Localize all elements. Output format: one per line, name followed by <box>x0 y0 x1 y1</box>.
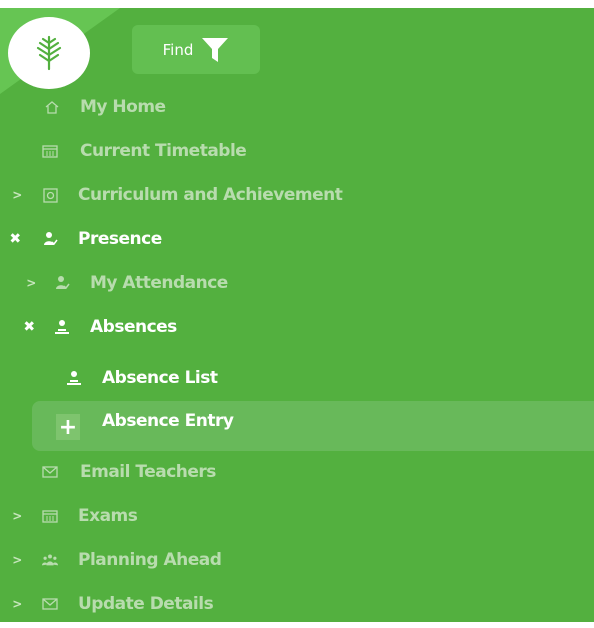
app-logo[interactable] <box>8 17 90 89</box>
home-icon <box>44 99 60 115</box>
sidebar-item-my-attendance[interactable]: > My Attendance <box>0 269 594 297</box>
envelope-icon <box>42 596 58 612</box>
chevron-right-icon[interactable]: > <box>10 597 24 611</box>
sidebar-item-email-teachers[interactable]: Email Teachers <box>0 458 594 486</box>
sidebar-item-label: Update Details <box>78 594 214 614</box>
collapse-x-icon[interactable]: ✖ <box>8 231 22 247</box>
chevron-right-icon[interactable]: > <box>10 188 24 202</box>
sidebar-item-label: Absences <box>90 317 177 337</box>
chevron-right-icon[interactable]: > <box>10 553 24 567</box>
person-check-icon <box>42 231 58 247</box>
sidebar-item-label: Absence Entry <box>102 411 234 431</box>
sidebar-item-presence[interactable]: ✖ Presence <box>0 225 594 253</box>
person-stamp-icon <box>54 319 70 335</box>
chevron-right-icon[interactable]: > <box>10 509 24 523</box>
calendar-icon <box>42 143 58 159</box>
sidebar-item-current-timetable[interactable]: Current Timetable <box>0 137 594 165</box>
person-stamp-icon <box>66 370 82 386</box>
sidebar-item-label: Email Teachers <box>80 462 216 482</box>
envelope-icon <box>42 464 58 480</box>
collapse-x-icon[interactable]: ✖ <box>22 319 36 335</box>
tree-logo-icon <box>36 35 62 71</box>
sidebar-item-update-details[interactable]: > Update Details <box>0 590 594 618</box>
sidebar-item-planning-ahead[interactable]: > Planning Ahead <box>0 546 594 574</box>
chevron-right-icon[interactable]: > <box>24 276 38 290</box>
group-icon <box>42 552 58 568</box>
sidebar-item-label: Exams <box>78 506 138 526</box>
sidebar-item-absence-list[interactable]: Absence List <box>0 364 594 392</box>
sidebar-item-label: Current Timetable <box>80 141 247 161</box>
navigation-sidebar: Find My Home Current Timetable > Curricu… <box>0 8 594 622</box>
sidebar-item-absences[interactable]: ✖ Absences <box>0 313 594 341</box>
sidebar-item-label: Absence List <box>102 368 218 388</box>
sidebar-item-exams[interactable]: > Exams <box>0 502 594 530</box>
sidebar-item-curriculum[interactable]: > Curriculum and Achievement <box>0 181 594 209</box>
sidebar-item-label: My Attendance <box>90 273 228 293</box>
person-check-icon <box>54 275 70 291</box>
sidebar-item-label: Presence <box>78 229 162 249</box>
sidebar-item-label: Planning Ahead <box>78 550 222 570</box>
filter-icon <box>202 37 229 62</box>
find-button[interactable]: Find <box>132 25 260 74</box>
sidebar-item-label: Curriculum and Achievement <box>78 185 343 205</box>
calendar-icon <box>42 508 58 524</box>
find-label: Find <box>162 40 194 59</box>
sidebar-item-label: My Home <box>80 97 166 117</box>
target-icon <box>42 187 58 203</box>
sidebar-item-absence-entry[interactable]: Absence Entry <box>0 407 594 435</box>
sidebar-item-my-home[interactable]: My Home <box>0 93 594 121</box>
